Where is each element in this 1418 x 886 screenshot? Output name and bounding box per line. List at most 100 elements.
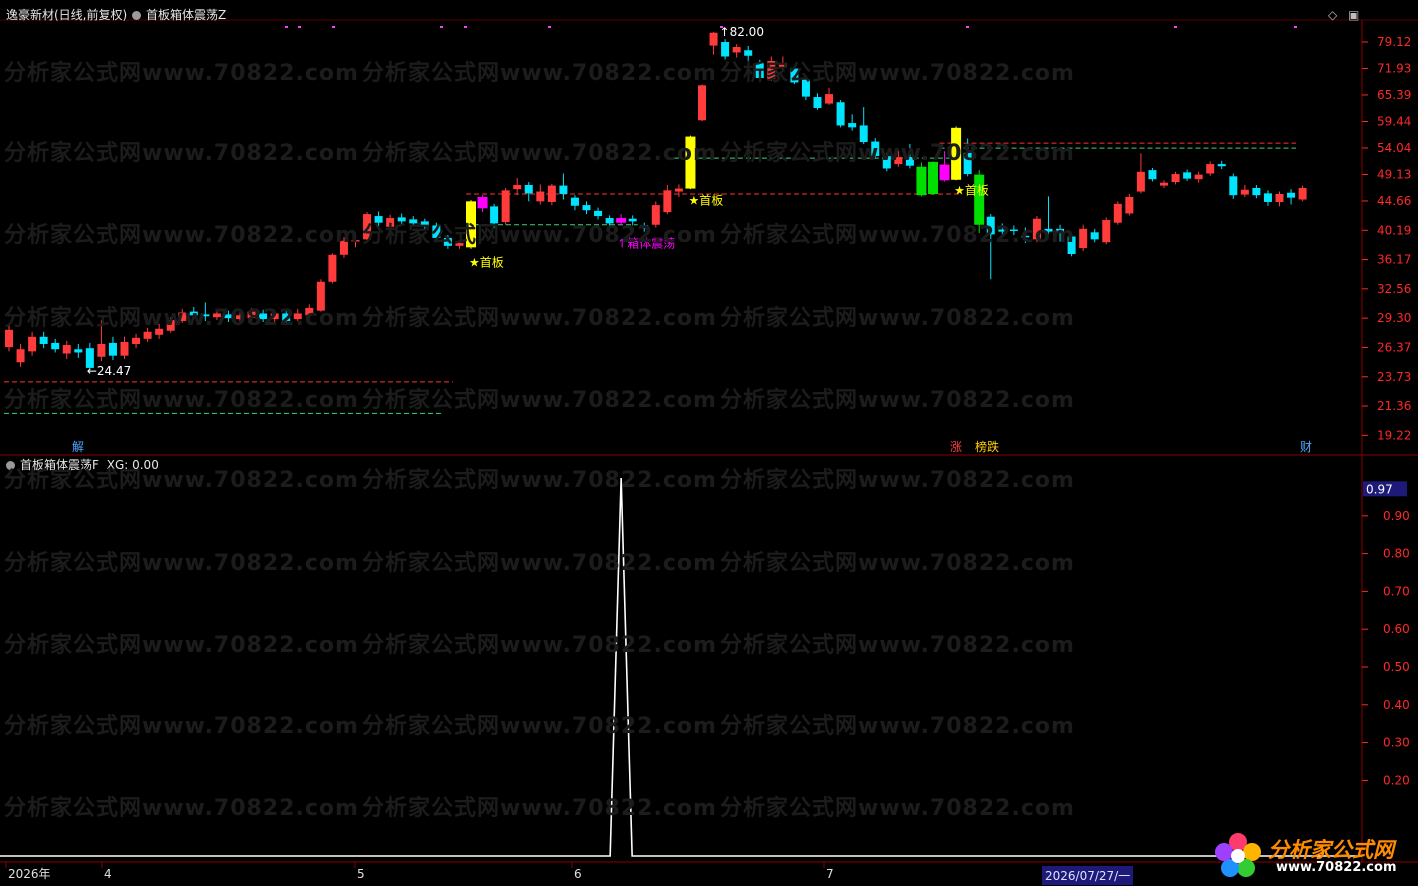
candle [328,253,337,284]
candle [282,309,291,324]
candle-body [640,225,649,229]
sub-indicator-label: 首板箱体震荡F [20,458,99,472]
candle-body [1275,193,1284,202]
restore-icon[interactable]: ◇ [1328,8,1337,22]
gear-icon[interactable] [132,11,141,20]
date-label: 7 [826,867,834,881]
candle [594,207,603,220]
candle [132,333,141,349]
candle-body [974,174,985,225]
candle [559,173,568,200]
maximize-icon[interactable]: ▣ [1348,8,1359,22]
candle-body [189,311,198,316]
candle [963,138,972,177]
date-label: 2026年 [8,867,51,881]
price-tick-label: 49.13 [1377,167,1411,181]
price-tick-label: 23.73 [1377,370,1411,384]
candle [1194,171,1203,183]
candle-body [986,216,995,235]
candle [143,327,152,342]
candle [651,201,660,228]
date-label: 4 [104,867,112,881]
candle-body [409,219,418,224]
candle-body [293,313,302,320]
candle-body [998,229,1007,232]
candle [409,216,418,227]
candle [894,150,903,167]
sub-tick-label: 0.90 [1383,509,1410,523]
price-chart[interactable]: 79.12 71.93 65.39 59.44 54.04 49.13 44.66 40.19… [0,0,1418,886]
candle-body [1194,174,1203,180]
candle-body [351,240,360,242]
candle [790,65,799,85]
candle [374,211,383,229]
main-indicator-name[interactable]: 首板箱体震荡Z [132,6,226,23]
candle-body [316,281,325,311]
candle [1021,227,1030,243]
candle [974,170,985,234]
candle [813,93,822,110]
candle [732,44,741,58]
candle-body [685,136,696,189]
candle [1009,225,1018,236]
candle [1079,224,1088,252]
first-board-label: ★首板 [688,194,723,208]
candle-body [1148,170,1157,180]
candle [305,304,314,318]
candle [466,200,476,249]
candle [351,235,360,248]
sub-indicator-header[interactable]: 首板箱体震荡F XG: 0.00 [6,456,159,473]
candle [501,187,510,225]
low-price-label: ←24.47 [87,364,131,378]
candle-body [605,218,614,224]
candle [1136,153,1145,194]
candle [547,183,556,206]
signal-dot [464,26,467,28]
site-logo: 分析家公式网 www.70822.com [1208,828,1418,884]
chart-window[interactable]: 79.12 71.93 65.39 59.44 54.04 49.13 44.66 40.19… [0,0,1418,886]
sub-current-value: 0.97 [1366,482,1393,496]
candle-body [628,218,637,222]
candle [1056,224,1065,242]
signal-dot [1174,26,1177,28]
candle-body [1160,182,1168,186]
cursor-date: 2026/07/27/一 [1042,866,1134,885]
candle [1090,228,1099,243]
candle-body [108,342,117,356]
candle [1171,171,1180,185]
candle [178,308,187,323]
candle [16,343,25,367]
candle-body [374,216,383,223]
candle-body [836,102,845,126]
candle [1102,217,1111,245]
candle [1125,193,1134,216]
candle [420,218,429,229]
candle-body [801,79,810,97]
candle-body [143,331,152,339]
candle [259,309,268,322]
candle-body [1136,171,1145,192]
candle-body [1263,193,1272,202]
candle [685,135,696,190]
candle [1206,161,1215,176]
main-indicator-label: 首板箱体震荡Z [146,8,227,22]
candle [1044,196,1053,236]
candle-body [1125,197,1134,214]
candle [51,338,60,353]
sub-tick-label: 0.80 [1383,547,1410,561]
candles[interactable] [5,32,1307,371]
signal-dot [440,26,443,28]
sub-indicator-line [0,477,1362,857]
candle-body [732,47,741,53]
candle-body [755,63,764,79]
sub-tick-label: 0.60 [1383,622,1410,636]
candle-body [420,221,429,227]
candle-body [166,320,175,331]
price-tick-label: 44.66 [1377,194,1411,208]
event-marker-bangdie: 榜跌 [975,439,999,454]
candle-body [282,313,291,322]
candle [836,100,845,128]
grid-lines [0,19,1418,863]
candle-body [570,197,579,206]
gear-icon[interactable] [6,461,15,470]
